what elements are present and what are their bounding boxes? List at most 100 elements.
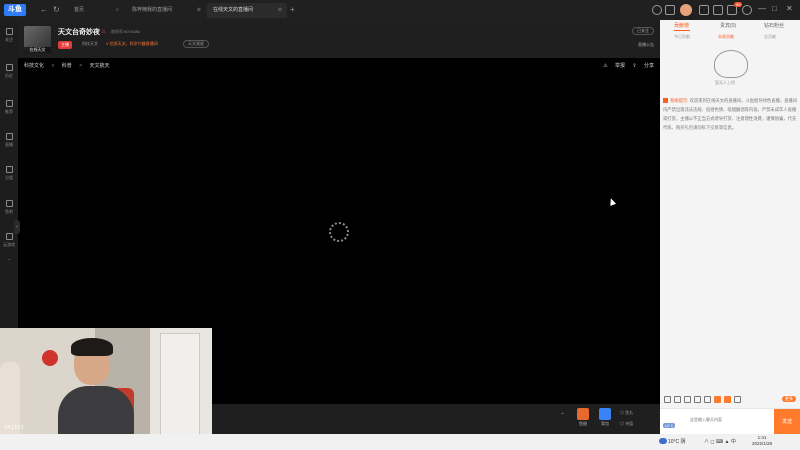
maximize-button[interactable]: □ <box>772 4 777 13</box>
loading-spinner-icon <box>329 222 349 242</box>
sidebar-item-cloudgame[interactable]: 云游戏 <box>0 233 18 248</box>
close-button[interactable]: ✕ <box>786 4 793 13</box>
backpack-icon <box>599 408 611 420</box>
fans-icon[interactable] <box>694 396 701 403</box>
tab-label: 首页 <box>74 7 85 13</box>
tv-icon <box>5 133 13 140</box>
system-message: 系统提示: 欢迎来到在线天文的直播间，斗鱼倡导绿色直播，直播间内严禁出现违法违规… <box>663 96 797 132</box>
close-icon[interactable]: ⊗ <box>197 3 201 18</box>
tray-icons[interactable]: ∧ ◻ ⌨ ▲ 中 <box>704 438 736 445</box>
minimize-button[interactable]: — <box>758 4 766 13</box>
shirt-icon[interactable] <box>713 5 723 15</box>
home-icon <box>5 100 13 107</box>
breadcrumb-item[interactable]: 科普 <box>62 63 72 69</box>
sidebar-item-recommend[interactable]: 推荐 <box>0 100 18 115</box>
chat-panel: 贡献榜 贵宾(0) 钻石粉丝 今日贡献 本周贡献 总贡献 暂无人上榜 系统提示:… <box>660 20 800 435</box>
settings-icon[interactable] <box>742 5 752 15</box>
title-bar: 斗鱼 ← ↻ 首页 ⌕ 陈梓楠我的直播间 ⊗ 在线天文的直播间 ⊗ + 99 —… <box>0 0 800 20</box>
sidebar-item-label: 历史 <box>5 73 13 78</box>
sidebar-item-label: 直播 <box>5 142 13 147</box>
notification-badge: 99 <box>734 2 743 7</box>
send-button[interactable]: 发送 <box>774 409 800 435</box>
chat-sub-tabs: 今日贡献 本周贡献 总贡献 <box>660 34 800 44</box>
fishball-label: 鱼丸 <box>625 410 634 415</box>
refresh-icon[interactable]: ↻ <box>53 5 60 15</box>
avatar-caption: 在线天文 <box>24 47 51 53</box>
sidebar-item-live[interactable]: 直播 <box>0 133 18 148</box>
search-icon[interactable]: ⌕ <box>116 3 119 18</box>
tab-room-2[interactable]: 在线天文的直播间 ⊗ <box>207 3 287 18</box>
weather-text[interactable]: 10°C 阴 <box>668 438 686 445</box>
fishball-link[interactable]: ◎ 鱼丸 <box>620 410 633 416</box>
chat-input[interactable] <box>686 413 774 427</box>
room-tag[interactable]: 天文观星 <box>183 40 209 48</box>
gift-fishfin[interactable]: 鱼翅 <box>574 408 592 427</box>
webcam-person-hair <box>71 338 113 356</box>
recharge-link[interactable]: ◎ 充值 <box>620 421 633 427</box>
sidebar-more-icon[interactable]: ⌄ <box>0 256 18 261</box>
weather-icon <box>659 438 667 444</box>
lottery-icon[interactable] <box>724 396 731 403</box>
more-chip[interactable]: 更多 <box>782 396 796 402</box>
sidebar-item-history[interactable]: 历史 <box>0 64 18 79</box>
breadcrumb: 科技文化 > 科普 > 天文航天 <box>24 62 115 69</box>
follow-button[interactable]: 已关注 <box>632 27 654 35</box>
anchor-badge: 主播 <box>58 41 72 49</box>
streamer-avatar[interactable]: 在线天文 <box>24 26 51 53</box>
download-icon[interactable] <box>665 5 675 15</box>
expand-icon[interactable]: ⌃ <box>560 412 565 419</box>
tab-diamond-fans[interactable]: 钻石粉丝 <box>764 22 784 29</box>
sidebar-item-follow[interactable]: 关注 <box>0 28 18 43</box>
gift-label: 背包 <box>601 421 609 426</box>
left-sidebar: 关注 历史 推荐 直播 分类 鱼吧 云游戏 ⌄ <box>0 20 18 330</box>
system-label: 系统提示: <box>670 98 689 103</box>
crown-icon[interactable] <box>684 396 691 403</box>
back-icon[interactable]: ← <box>40 5 48 15</box>
tab-vip[interactable]: 贵宾(0) <box>720 22 736 29</box>
breadcrumb-separator: > <box>79 63 83 69</box>
close-icon[interactable]: ⊗ <box>278 3 282 18</box>
system-icon <box>663 98 668 104</box>
message-icon[interactable] <box>699 5 709 15</box>
tab-today[interactable]: 今日贡献 <box>674 34 690 40</box>
tab-home[interactable]: 首页 ⌕ <box>68 3 126 18</box>
heart-icon <box>5 28 13 35</box>
report-button[interactable]: ⚠ 举报 <box>603 63 625 69</box>
gift-label: 鱼翅 <box>579 421 587 426</box>
breadcrumb-item[interactable]: 天文航天 <box>89 63 109 69</box>
send-bullet-icon[interactable] <box>674 396 681 403</box>
notice-link[interactable]: 直播公告 <box>638 42 654 48</box>
fishfin-icon <box>577 408 589 420</box>
user-level-badge: LV 1 <box>663 423 675 428</box>
clock[interactable]: 1:41 2022/1/28 <box>752 435 772 447</box>
tab-room-1[interactable]: 陈梓楠我的直播间 ⊗ <box>126 3 206 18</box>
emoji-icon[interactable] <box>664 396 671 403</box>
gift-backpack[interactable]: 背包 <box>596 408 614 427</box>
player-actions: ⚠ 举报 ⇪ 分享 <box>597 62 654 69</box>
breadcrumb-separator: > <box>51 63 55 69</box>
new-tab-icon[interactable]: + <box>290 5 295 15</box>
lock-icon[interactable] <box>704 396 711 403</box>
user-avatar[interactable] <box>680 4 692 16</box>
chat-input-area: LV 1 发送 <box>660 408 800 435</box>
clock-icon <box>5 64 13 71</box>
more-icon[interactable] <box>734 396 741 403</box>
webcam-watermark: 341103 <box>4 425 24 431</box>
breadcrumb-item[interactable]: 科技文化 <box>24 63 44 69</box>
sidebar-item-label: 云游戏 <box>3 242 15 247</box>
gift-icon[interactable] <box>714 396 721 403</box>
chat-toolbar: 更多 <box>660 394 800 406</box>
sidebar-item-fishbar[interactable]: 鱼吧 <box>0 200 18 215</box>
share-button[interactable]: ⇪ 分享 <box>632 63 654 69</box>
fire-icon: ♨ <box>101 29 107 35</box>
sidebar-collapse-handle[interactable]: ‹ <box>14 220 20 234</box>
room-header: 在线天文 天文台奇妙夜 ♨ 房间号:5075186 主播 科技天文 V 优质天文… <box>18 20 660 58</box>
tab-week[interactable]: 本周贡献 <box>718 34 734 40</box>
tab-contribution[interactable]: 贡献榜 <box>674 22 689 29</box>
room-category[interactable]: 科技天文 <box>82 41 98 47</box>
sidebar-item-label: 推荐 <box>5 109 13 114</box>
sidebar-item-category[interactable]: 分类 <box>0 166 18 181</box>
tab-total[interactable]: 总贡献 <box>764 34 776 40</box>
clock-date: 2022/1/28 <box>752 441 773 446</box>
history-icon[interactable] <box>652 5 662 15</box>
